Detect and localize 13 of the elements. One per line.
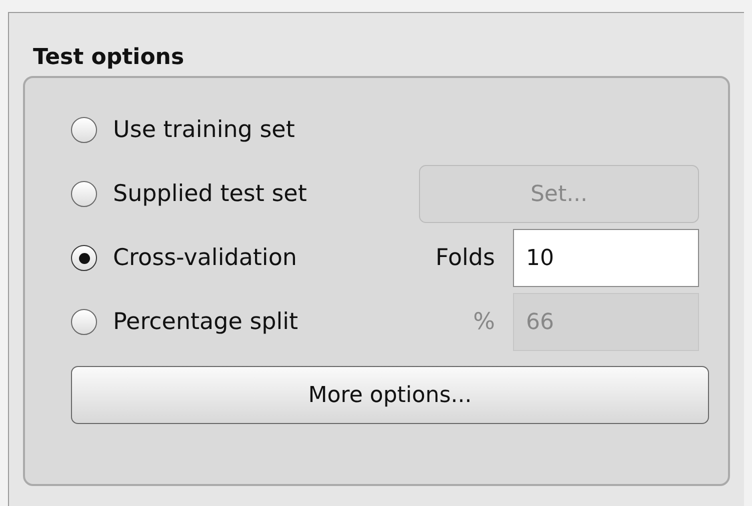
option-label: Use training set [113, 117, 295, 143]
option-label: Cross-validation [113, 245, 297, 271]
more-options-button[interactable]: More options... [71, 366, 709, 424]
radio-button[interactable] [71, 181, 97, 207]
field-label: Folds [434, 245, 496, 271]
panel-title: Test options [33, 45, 186, 70]
option-label: Supplied test set [113, 181, 307, 207]
radio-button[interactable] [71, 117, 97, 143]
field-label: % [472, 309, 496, 335]
radio-button[interactable] [71, 309, 97, 335]
radio-button[interactable] [71, 245, 97, 271]
option-label: Percentage split [113, 309, 298, 335]
input-field[interactable]: 10 [513, 229, 699, 287]
